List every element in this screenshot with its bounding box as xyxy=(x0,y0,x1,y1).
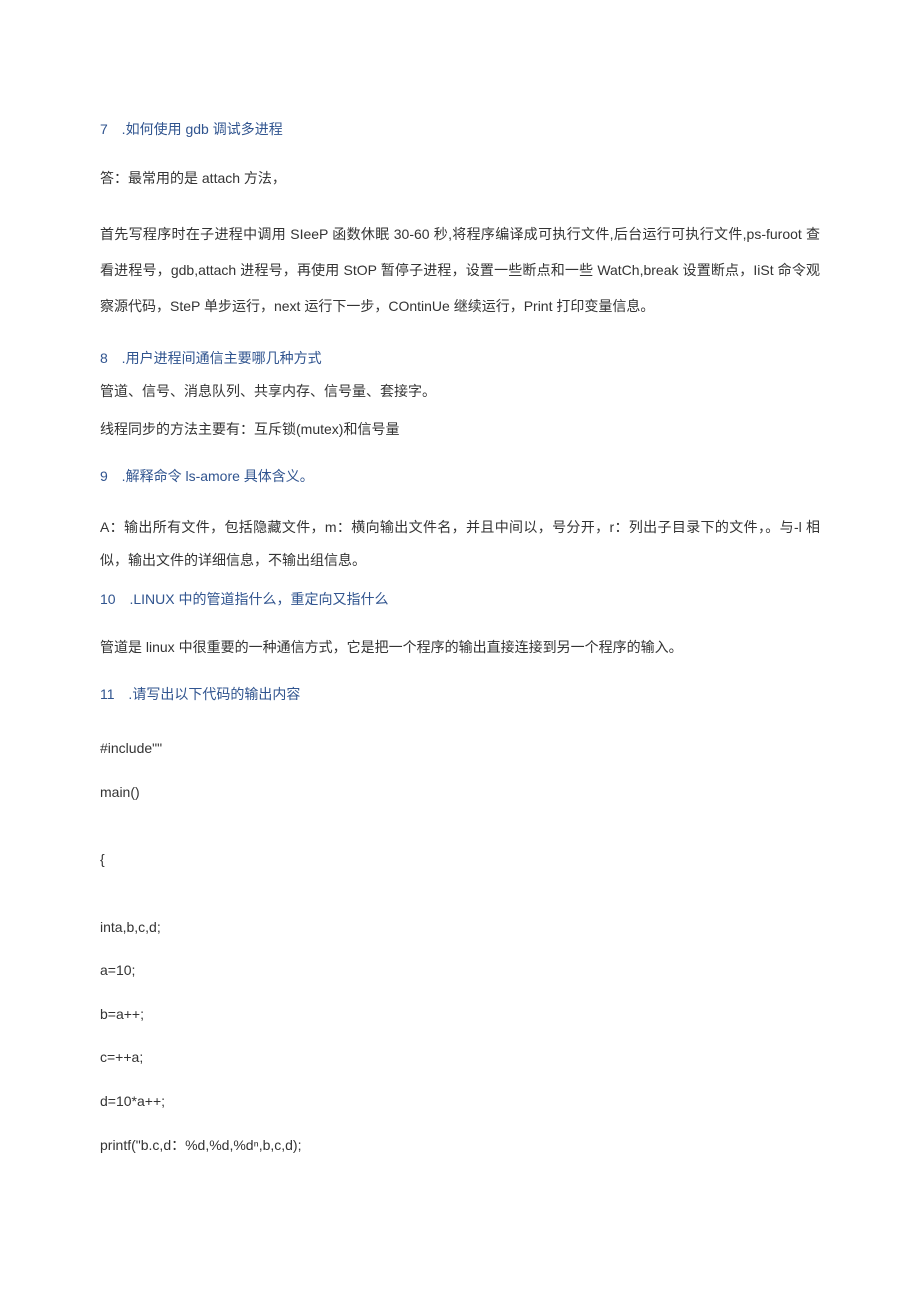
question-title: .解释命令 ls-amore 具体含义。 xyxy=(118,468,314,484)
code-line: c=++a; xyxy=(100,1048,820,1068)
code-line: d=10*a++; xyxy=(100,1092,820,1112)
question-8-heading: 8 .用户进程间通信主要哪几种方式 xyxy=(100,349,820,369)
question-9-heading: 9 .解释命令 ls-amore 具体含义。 xyxy=(100,467,820,487)
answer-text: A：输出所有文件，包括隐藏文件，m：横向输出文件名，并且中间以，号分开，r：列出… xyxy=(100,511,820,578)
question-title: .请写出以下代码的输出内容 xyxy=(125,686,301,702)
code-line: inta,b,c,d; xyxy=(100,918,820,938)
question-title: .用户进程间通信主要哪几种方式 xyxy=(118,350,322,366)
answer-text: 首先写程序时在子进程中调用 SIeeP 函数休眠 30-60 秒,将程序编译成可… xyxy=(100,216,820,325)
question-10-heading: 10 .LINUX 中的管道指什么，重定向又指什么 xyxy=(100,590,820,610)
answer-text: 线程同步的方法主要有：互斥锁(mutex)和信号量 xyxy=(100,415,820,443)
question-number: 8 xyxy=(100,349,108,369)
code-line: a=10; xyxy=(100,961,820,981)
question-number: 11 xyxy=(100,685,115,705)
code-line: b=a++; xyxy=(100,1005,820,1025)
answer-text: 管道是 linux 中很重要的一种通信方式，它是把一个程序的输出直接连接到另一个… xyxy=(100,633,820,661)
question-number: 7 xyxy=(100,120,108,140)
answer-text: 答：最常用的是 attach 方法， xyxy=(100,164,820,192)
question-title: .如何使用 gdb 调试多进程 xyxy=(118,121,283,137)
document-page: 7 .如何使用 gdb 调试多进程 答：最常用的是 attach 方法， 首先写… xyxy=(0,0,920,1259)
question-11-heading: 11 .请写出以下代码的输出内容 xyxy=(100,685,820,705)
question-title: .LINUX 中的管道指什么，重定向又指什么 xyxy=(126,591,389,607)
code-line: { xyxy=(100,850,820,870)
code-line: #include"" xyxy=(100,739,820,759)
answer-text: 管道、信号、消息队列、共享内存、信号量、套接字。 xyxy=(100,378,820,405)
question-number: 10 xyxy=(100,590,116,610)
code-line: main() xyxy=(100,783,820,803)
question-number: 9 xyxy=(100,467,108,487)
question-7-heading: 7 .如何使用 gdb 调试多进程 xyxy=(100,120,820,140)
code-line: printf("b.c,d：%d,%d,%dⁿ,b,c,d); xyxy=(100,1136,820,1156)
